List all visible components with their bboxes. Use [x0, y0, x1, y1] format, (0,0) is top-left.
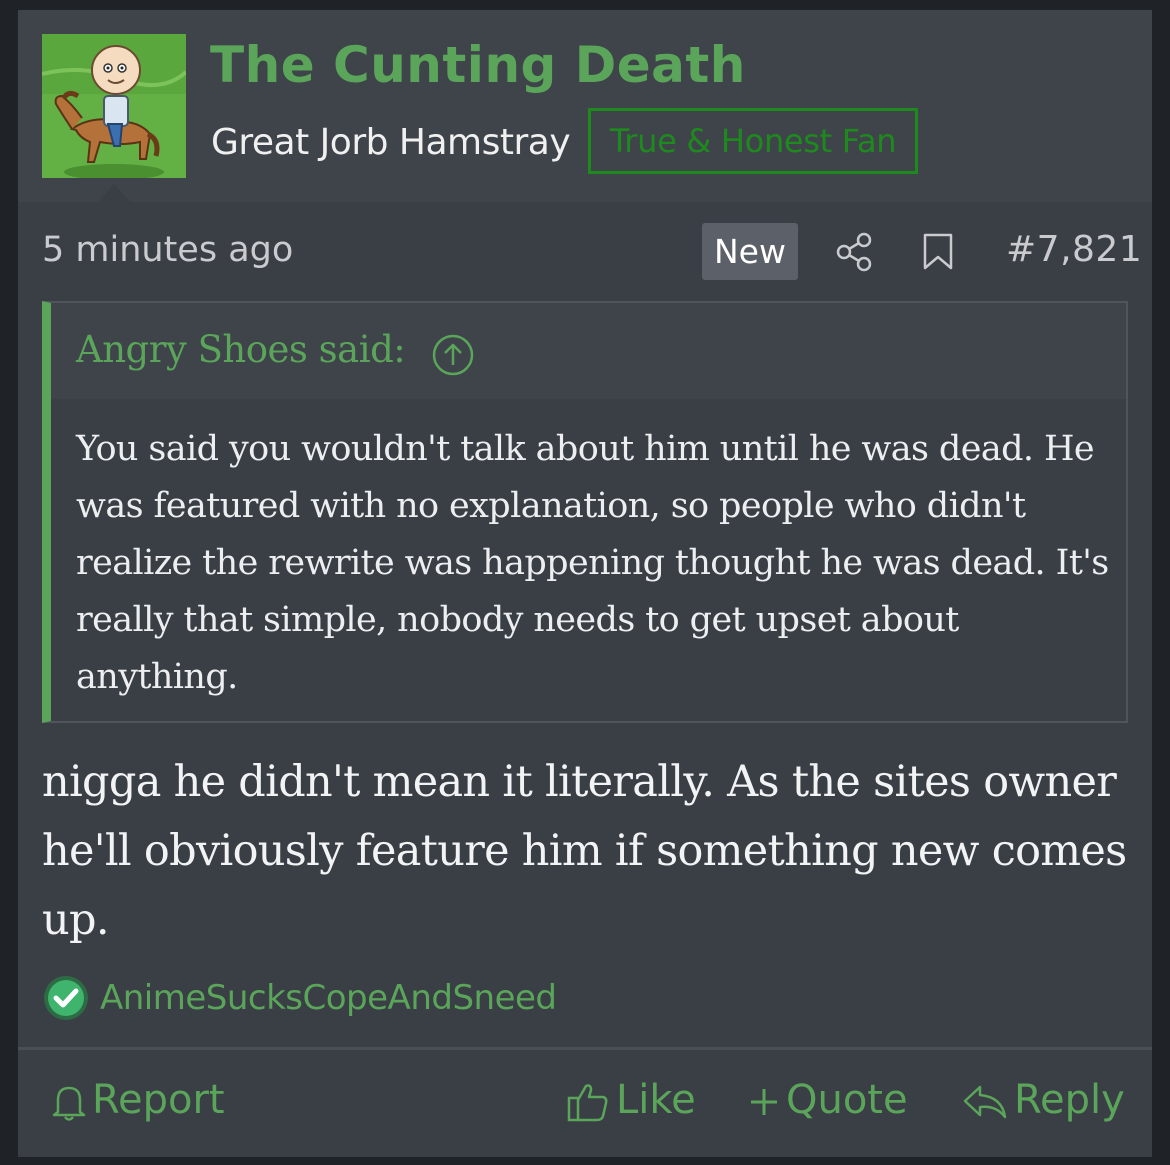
reaction-username[interactable]: AnimeSucksCopeAndSneed: [100, 978, 557, 1018]
post-header: The Cunting Death Great Jorb Hamstray Tr…: [18, 10, 1152, 202]
report-button[interactable]: Report: [52, 1070, 225, 1130]
report-label: Report: [92, 1077, 225, 1123]
post-username[interactable]: The Cunting Death: [210, 36, 746, 94]
bell-icon: [52, 1086, 86, 1121]
jump-to-quote-icon[interactable]: [431, 333, 475, 377]
avatar-pointer: [98, 184, 130, 202]
post-message: nigga he didn't mean it literally. As th…: [42, 757, 1127, 945]
quote-label: Quote: [786, 1077, 908, 1123]
forum-post: The Cunting Death Great Jorb Hamstray Tr…: [18, 10, 1152, 1157]
like-button[interactable]: Like: [566, 1070, 696, 1130]
like-label: Like: [616, 1077, 696, 1123]
reply-label: Reply: [1014, 1077, 1125, 1123]
reply-button[interactable]: Reply: [962, 1070, 1125, 1130]
post-timestamp[interactable]: 5 minutes ago: [42, 230, 293, 270]
quote-text: You said you wouldn't talk about him unt…: [76, 429, 1109, 697]
avatar-image: [42, 34, 186, 178]
user-banner: True & Honest Fan: [588, 108, 918, 174]
reply-arrow-icon: [963, 1085, 1007, 1119]
checkmark-reaction-icon: [42, 974, 90, 1022]
quote-button[interactable]: Quote: [748, 1070, 908, 1130]
quote-header: Angry Shoes said:: [51, 303, 1126, 399]
bookmark-icon[interactable]: [922, 233, 954, 271]
post-number-link[interactable]: #7,821: [1006, 229, 1142, 270]
plus-icon: [751, 1089, 777, 1115]
post-actions: Report Like Quote Reply: [18, 1050, 1152, 1157]
user-title: Great Jorb Hamstray: [211, 122, 571, 163]
new-badge: New: [702, 223, 798, 280]
user-avatar[interactable]: [42, 34, 186, 178]
quote-block: Angry Shoes said: You said you wouldn't …: [42, 301, 1128, 723]
quote-author[interactable]: Angry Shoes said:: [76, 328, 406, 371]
thumbs-up-icon: [567, 1084, 608, 1122]
share-icon[interactable]: [836, 232, 874, 272]
